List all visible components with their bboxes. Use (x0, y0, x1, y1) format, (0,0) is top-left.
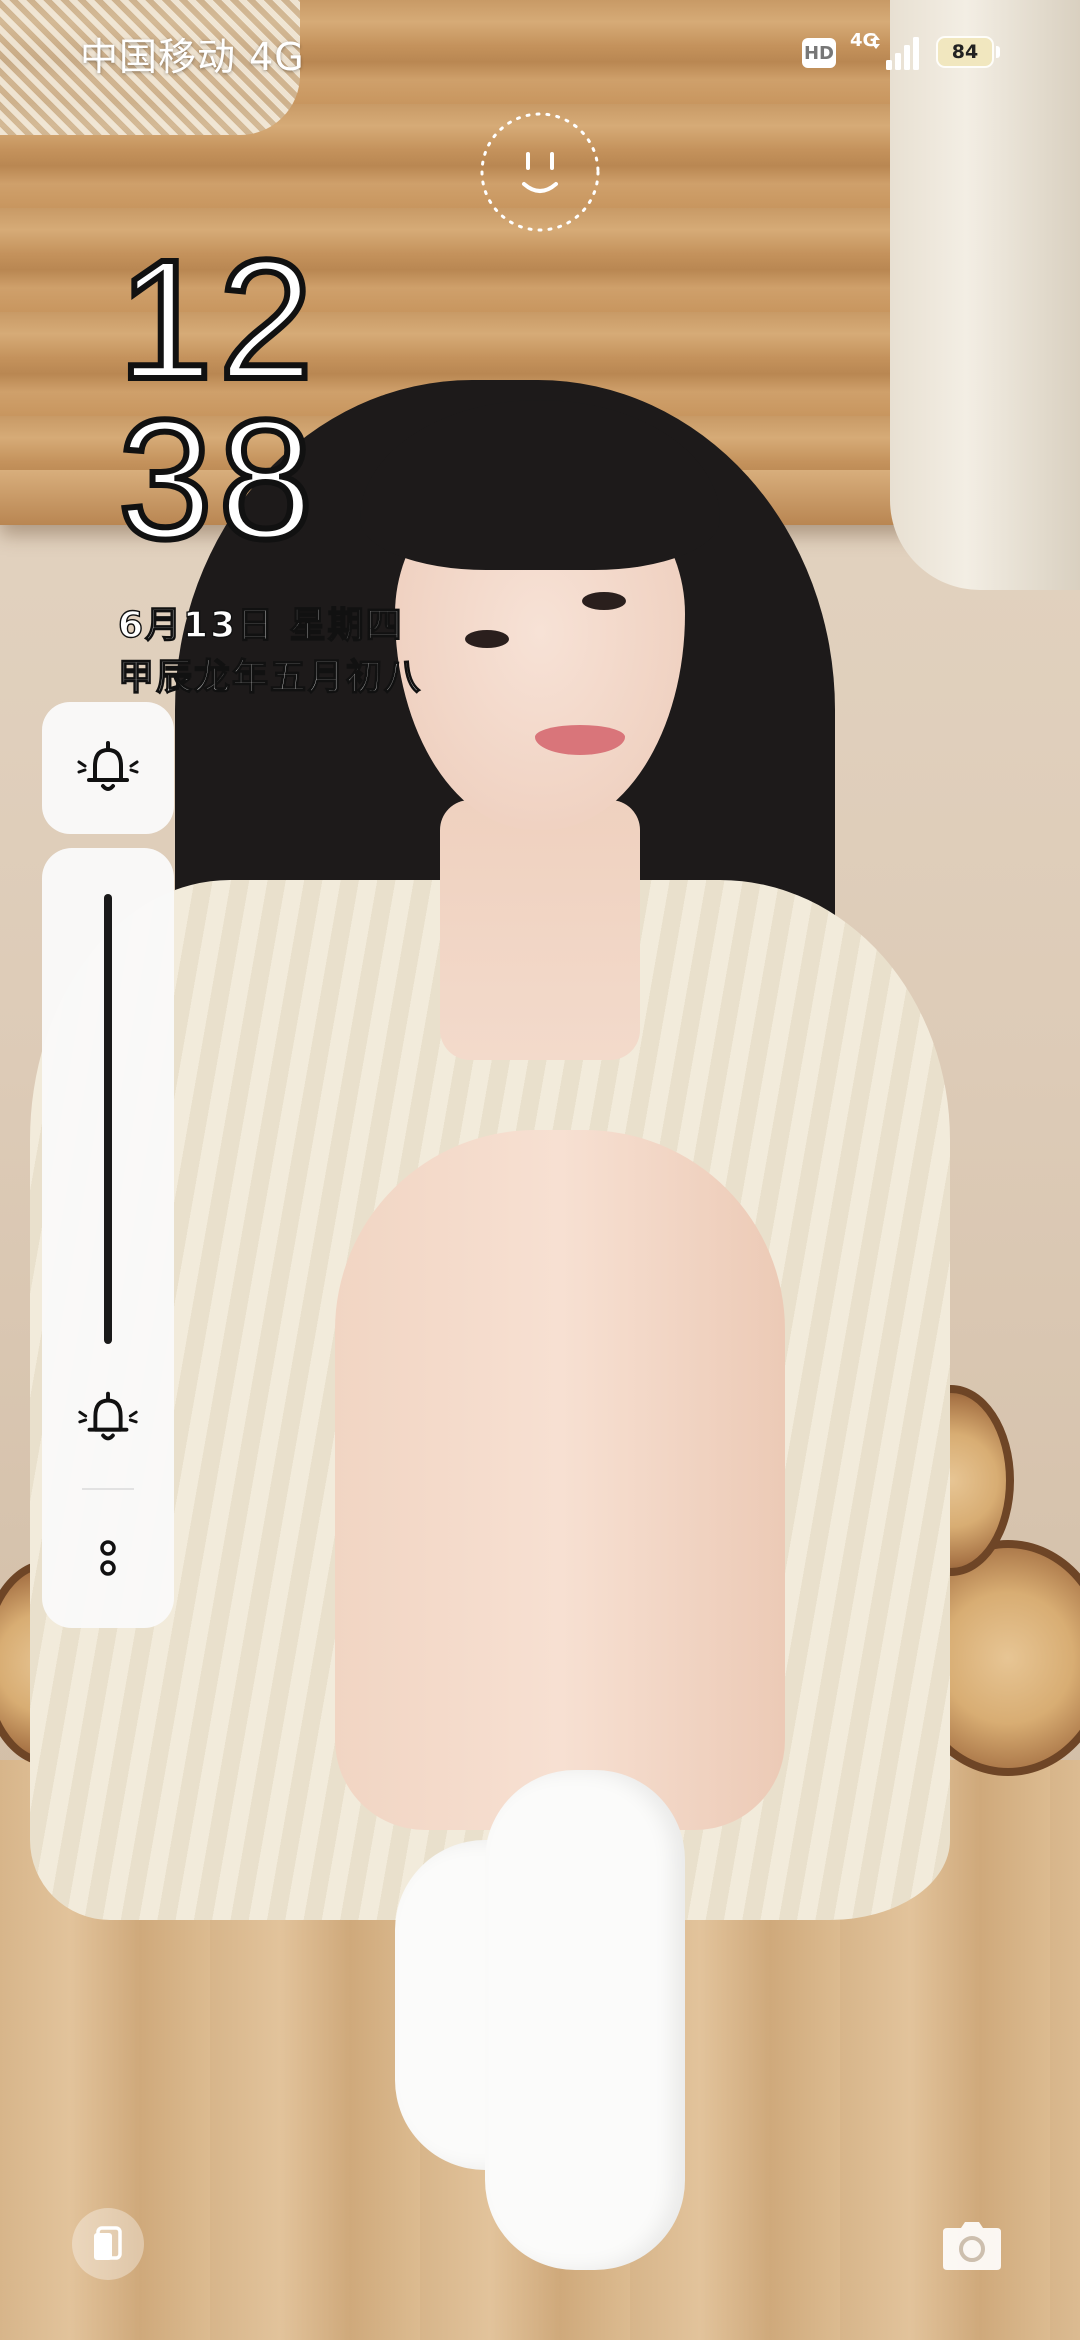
carrier-label: 中国移动 4G (80, 35, 305, 79)
smiley-face-icon (480, 112, 600, 232)
more-vertical-icon (100, 1540, 116, 1576)
wallpaper-sock (485, 1770, 685, 2270)
lock-screen: 中国移动 4G HD 4G 84 12 38 6月13日 星期四 甲辰龙年五月初… (0, 0, 1080, 2340)
battery-tip (996, 46, 1000, 58)
wallet-card-icon (94, 2226, 122, 2260)
date-label: 6月13日 星期四 (117, 604, 404, 646)
camera-icon (943, 2222, 1001, 2270)
signal-strength-icon (872, 35, 919, 70)
volume-more-button[interactable] (88, 1528, 128, 1588)
bell-ring-icon[interactable] (74, 1388, 142, 1448)
volume-slider[interactable] (104, 894, 112, 1344)
ring-mode-button[interactable] (42, 702, 174, 834)
status-bar: 中国移动 4G HD 4G 84 (0, 0, 1080, 105)
wallpaper-neck (440, 800, 640, 1060)
lunar-date-label: 甲辰龙年五月初八 (117, 656, 423, 698)
lock-clock: 12 38 (115, 225, 320, 575)
bell-ring-icon (77, 741, 139, 791)
wallpaper-legs (335, 1130, 785, 1830)
battery-icon: 84 (936, 36, 994, 68)
wallet-shortcut-button[interactable] (72, 2208, 144, 2280)
volume-panel (42, 848, 174, 1628)
wallpaper-eye (465, 630, 509, 648)
wallpaper-eye (582, 592, 626, 610)
clock-hour: 12 (115, 225, 320, 415)
camera-shortcut-button[interactable] (936, 2210, 1008, 2282)
clock-minute: 38 (115, 385, 320, 575)
volume-divider (82, 1488, 134, 1490)
hd-voice-icon: HD (802, 38, 836, 68)
